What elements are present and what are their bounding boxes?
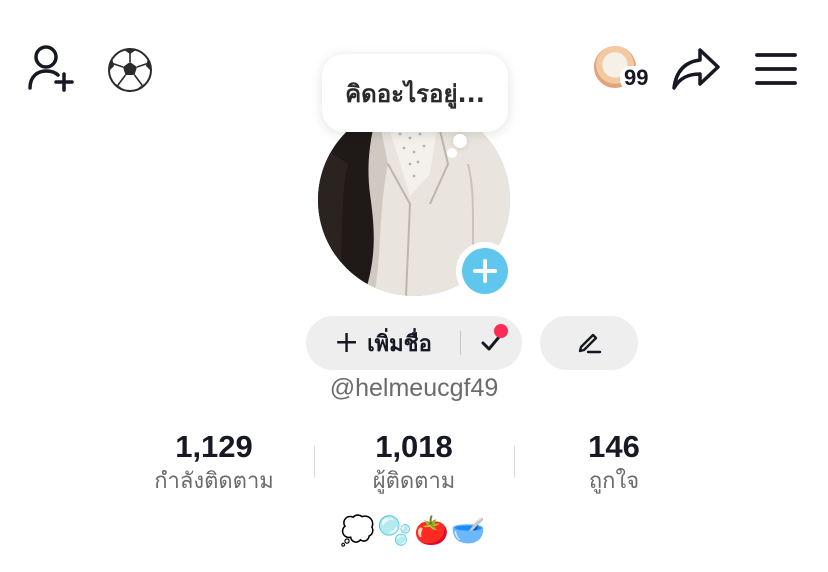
add-name-button[interactable]: + เพิ่มชื่อ (306, 316, 522, 370)
notification-button[interactable]: 99 (590, 44, 660, 92)
stat-label: กำลังติดตาม (154, 469, 274, 494)
soccer-ball-icon[interactable] (104, 44, 156, 96)
notification-dot (494, 324, 508, 338)
stat-followers[interactable]: 1,018 ผู้ติดตาม (314, 428, 514, 498)
plus-icon (462, 248, 508, 294)
add-story-button[interactable] (456, 242, 514, 300)
username: @helmeucgf49 (329, 374, 499, 402)
add-user-icon[interactable] (28, 44, 78, 92)
edit-profile-button[interactable] (540, 316, 638, 370)
stat-label: ผู้ติดตาม (372, 469, 456, 494)
stat-value: 1,129 (175, 429, 253, 464)
stat-following[interactable]: 1,129 กำลังติดตาม (114, 428, 314, 498)
stat-likes[interactable]: 146 ถูกใจ (514, 428, 714, 498)
note-bubble-tail-small (447, 148, 457, 158)
button-divider (460, 331, 461, 355)
add-name-label: เพิ่มชื่อ (367, 331, 432, 357)
add-name-main[interactable]: + เพิ่มชื่อ (306, 316, 432, 370)
plus-icon: + (334, 325, 360, 360)
note-bubble-text: คิดอะไรอยู่... (345, 79, 485, 108)
stat-value: 1,018 (375, 429, 453, 464)
share-icon[interactable] (670, 46, 722, 92)
notification-count: 99 (620, 66, 653, 90)
bio-emojis: 💭🫧🍅🥣 (340, 514, 488, 547)
note-bubble-tail (453, 134, 467, 148)
note-bubble[interactable]: คิดอะไรอยู่... (322, 54, 508, 132)
pencil-icon (575, 327, 603, 359)
menu-icon[interactable] (754, 50, 798, 88)
stat-label: ถูกใจ (588, 469, 640, 494)
stat-value: 146 (588, 429, 640, 464)
